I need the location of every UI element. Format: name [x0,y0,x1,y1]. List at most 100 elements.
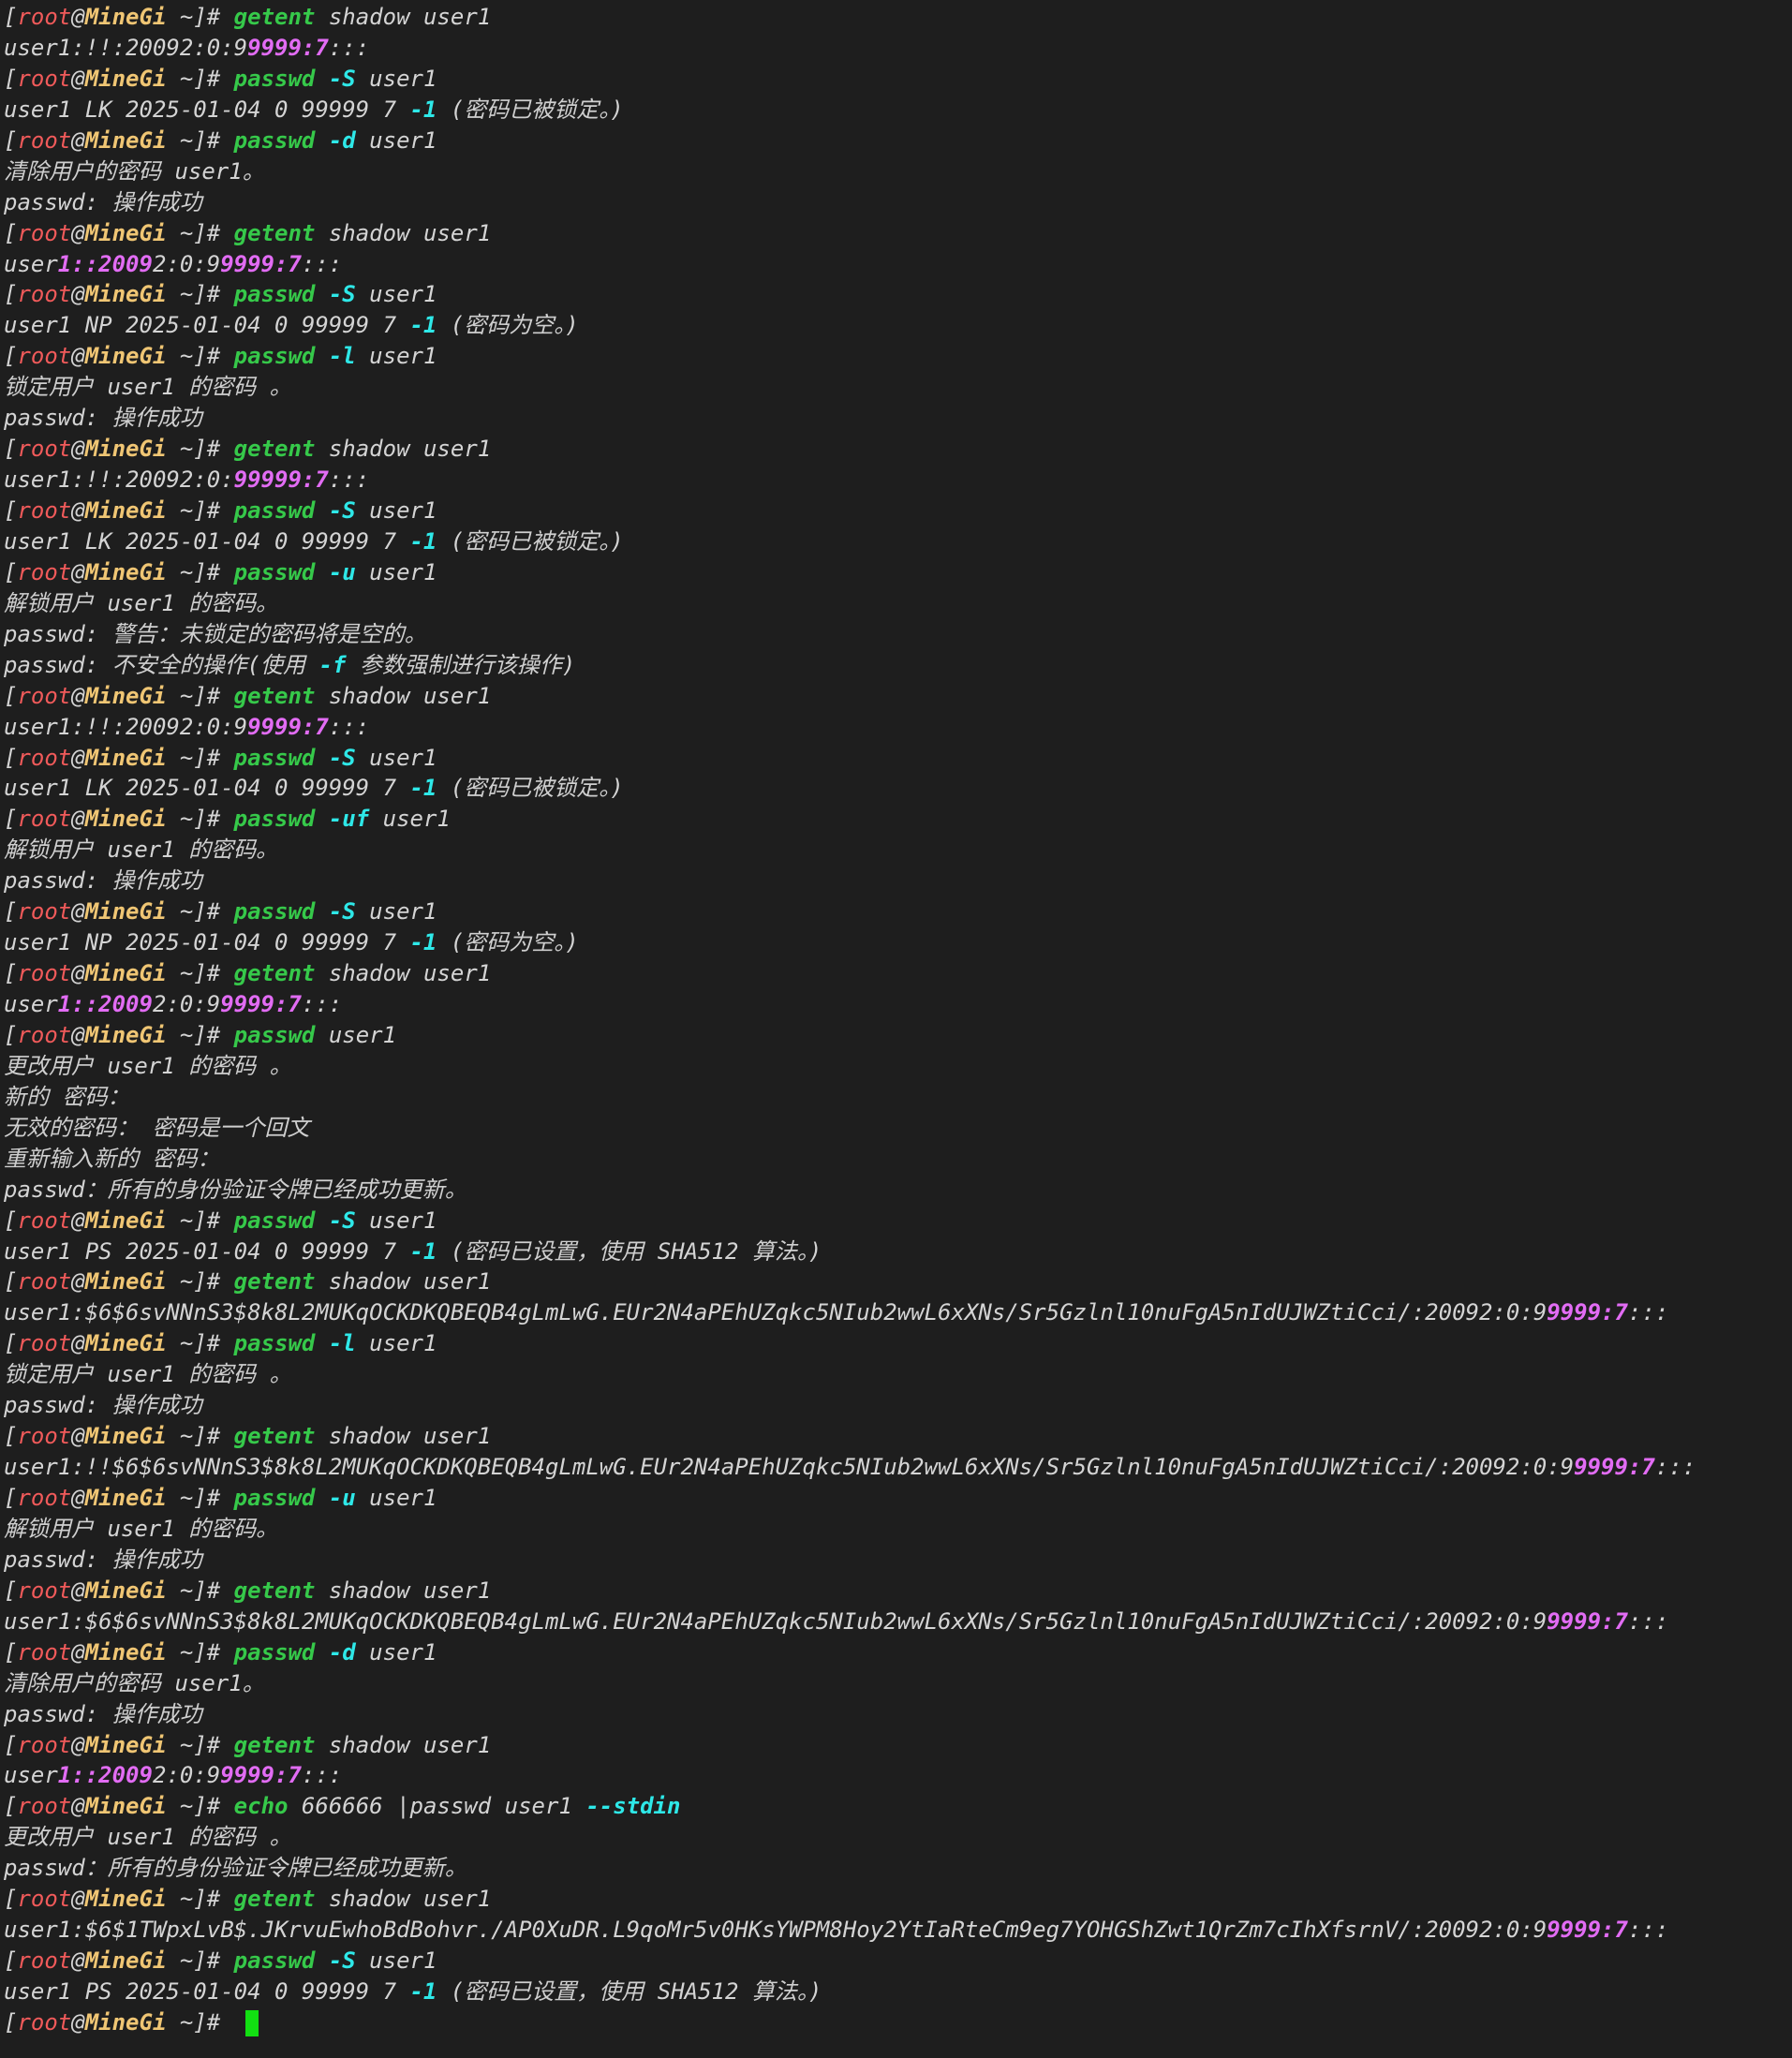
prompt-at: @ [71,65,85,92]
prompt-hash: # [206,682,234,709]
prompt-close-bracket: ] [193,898,207,925]
prompt-open-bracket: [ [4,1638,18,1666]
prompt-open-bracket: [ [4,65,18,92]
command-flag: -S [328,1207,356,1234]
terminal-text: 1::2009 [57,1762,153,1789]
terminal-text: user1:!!:20092:0:9 [4,713,248,740]
command-line: [root@MineGi ~]# passwd -u user1 [4,557,1792,588]
command-line: [root@MineGi ~]# getent shadow user1 [4,1730,1792,1761]
terminal-text: shadow user1 [315,960,492,987]
prompt-path: ~ [166,960,194,987]
command-line: [root@MineGi ~]# passwd -uf user1 [4,804,1792,835]
prompt-path: ~ [166,1577,194,1604]
prompt-close-bracket: ] [193,1793,207,1820]
prompt-open-bracket: [ [4,1793,18,1820]
terminal-text: 无效的密码： [4,1114,139,1141]
prompt-open-bracket: [ [4,126,18,154]
prompt-hash: # [206,343,234,370]
prompt-open-bracket: [ [4,1886,18,1913]
prompt-user: root [17,960,72,987]
output-line: passwd：所有的身份验证令牌已经成功更新。 [4,1853,1792,1884]
prompt-hash: # [206,1731,234,1758]
prompt-path: ~ [166,744,194,771]
terminal-text: shadow user1 [315,1423,492,1450]
terminal-text: shadow user1 [315,1577,492,1604]
prompt-at: @ [71,1485,85,1511]
terminal-cursor[interactable] [244,2009,259,2036]
prompt-at: @ [71,1947,85,1975]
terminal-text: ( [437,929,465,956]
command-name: passwd [233,898,316,925]
terminal-text: ::: [1627,1299,1669,1326]
terminal-text: 密码为空。 [464,312,566,339]
command-name: passwd [233,126,316,154]
terminal-text: 参数强制进行该操作 [359,651,562,678]
prompt-at: @ [71,1268,85,1296]
terminal-text: 的密码。 [188,837,279,864]
prompt-at: @ [71,1330,85,1357]
terminal-text: user1 [355,558,437,585]
prompt-path: ~ [166,1731,194,1758]
prompt-hash: # [206,4,234,30]
terminal-text: 锁定用户 [4,1361,94,1388]
terminal-text: 。 [269,1824,292,1851]
terminal-text: ::: [328,713,370,740]
prompt-close-bracket: ] [193,682,207,709]
command-name: getent [233,1268,316,1296]
output-line: passwd: 操作成功 [4,1390,1792,1421]
terminal-text: 9999:7 [1547,1607,1628,1635]
command-line: [root@MineGi ~]# passwd -l user1 [4,341,1792,372]
prompt-hash: # [206,1793,234,1820]
terminal-text: -1 [409,1237,437,1265]
terminal-text: 1::2009 [57,250,153,277]
terminal-text: ) [610,96,624,123]
prompt-host: MineGi [84,806,167,833]
terminal-window[interactable]: [root@MineGi ~]# getent shadow user1 user… [0,0,1792,2058]
terminal-text: 算法。 [751,1978,808,2005]
command-flag: -d [328,126,356,154]
prompt-host: MineGi [84,1638,167,1666]
terminal-text: -1 [409,96,437,123]
prompt-at: @ [71,497,85,524]
output-line: passwd: 警告：未锁定的密码将是空的。 [4,619,1792,650]
command-flag: -u [328,558,356,585]
prompt-at: @ [71,1577,85,1604]
command-flag: --stdin [585,1793,681,1820]
terminal-text: 密码已被锁定。 [464,527,611,555]
prompt-open-bracket: [ [4,219,18,246]
terminal-text: passwd: [4,405,112,432]
prompt-user: root [17,1886,72,1913]
prompt-close-bracket: ] [193,219,207,246]
terminal-text: 。 [269,1361,292,1388]
terminal-text: 的密码 [188,1052,257,1079]
terminal-text: 操作成功 [111,1700,202,1727]
terminal-text: 解锁用户 [4,589,94,616]
command-name: getent [233,219,316,246]
command-name: passwd [233,1021,316,1048]
terminal-text: 解锁用户 [4,837,94,864]
terminal-text: user1:$6$6svNNnS3$8k8L2MUKqOCKDKQBEQB4gL… [4,1299,1548,1326]
output-line: 重新输入新的 密码： [4,1144,1792,1175]
prompt-open-bracket: [ [4,1485,18,1511]
terminal-text: 密码： [62,1083,130,1110]
prompt-close-bracket: ] [193,744,207,771]
terminal-text: 9999:7 [247,713,329,740]
terminal-text: 的密码。 [188,1515,279,1542]
prompt-at: @ [71,2008,85,2036]
terminal-text: 密码已被锁定。 [464,96,611,123]
terminal-text: ::: [301,991,343,1017]
terminal-text: user1 [369,806,451,833]
prompt-open-bracket: [ [4,1947,18,1975]
prompt-path: ~ [166,281,194,308]
terminal-text: -1 [409,527,437,555]
terminal-text: 。 [242,1669,265,1696]
terminal-text: 的密码。 [188,589,279,616]
prompt-host: MineGi [84,2008,167,2036]
terminal-text: 1::2009 [57,991,153,1017]
prompt-close-bracket: ] [193,1021,207,1048]
